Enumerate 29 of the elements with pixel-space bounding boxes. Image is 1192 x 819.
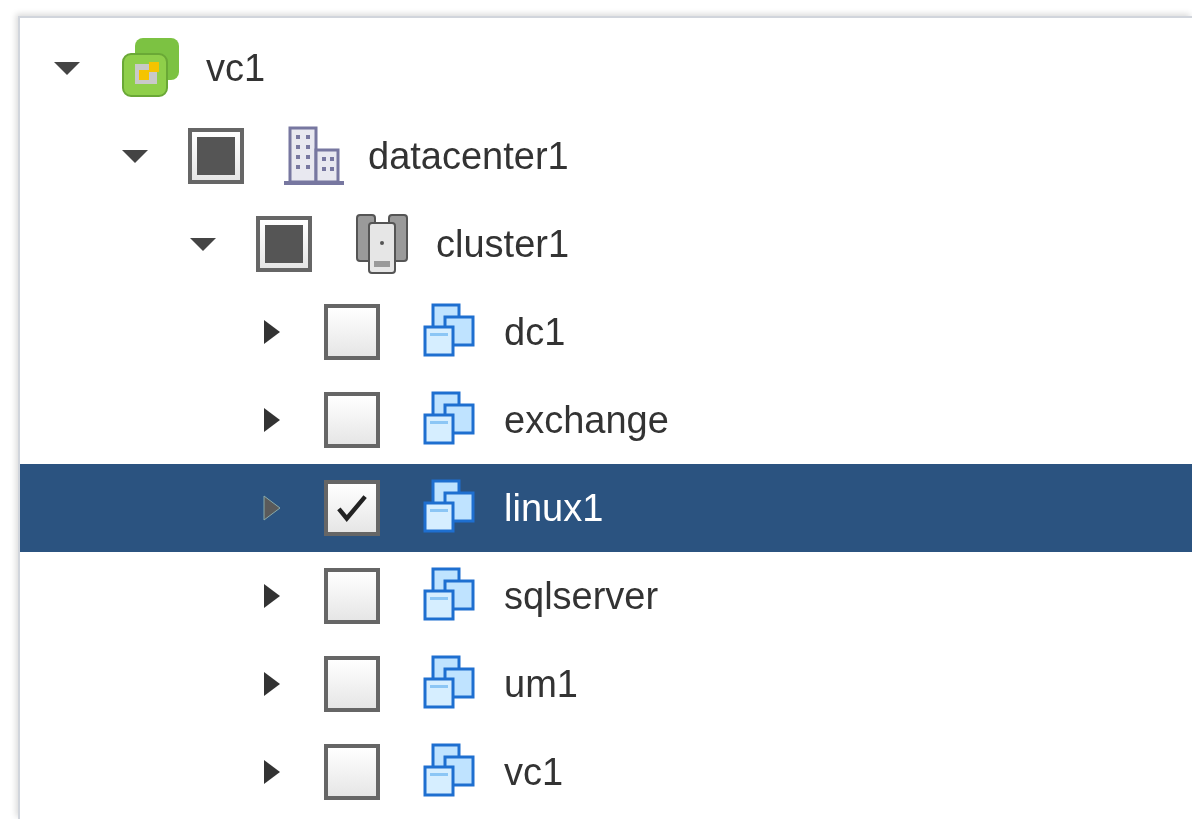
- tree-item-label[interactable]: vc1: [206, 39, 266, 97]
- tree-item-label[interactable]: datacenter1: [368, 127, 569, 185]
- tree-row[interactable]: exchange: [20, 376, 1192, 464]
- tree-item-label[interactable]: cluster1: [436, 215, 570, 273]
- tree-item-label[interactable]: um1: [504, 655, 578, 713]
- tree-row[interactable]: cluster1: [20, 200, 1192, 288]
- checkbox[interactable]: [324, 480, 380, 536]
- checkbox[interactable]: [188, 128, 244, 184]
- building-icon: [282, 126, 346, 186]
- tree-row[interactable]: vc1: [20, 24, 1192, 112]
- server-cluster-icon: [355, 213, 409, 275]
- tree-item-label[interactable]: linux1: [504, 479, 604, 537]
- tree-row[interactable]: sqlserver: [20, 552, 1192, 640]
- checkbox[interactable]: [324, 304, 380, 360]
- checkbox[interactable]: [324, 392, 380, 448]
- checkbox[interactable]: [324, 568, 380, 624]
- tree-row[interactable]: um1: [20, 640, 1192, 728]
- tree-item-label[interactable]: exchange: [504, 391, 669, 449]
- tree-row[interactable]: vc1: [20, 728, 1192, 816]
- tree-item-label[interactable]: sqlserver: [504, 567, 659, 625]
- tree-row[interactable]: dc1: [20, 288, 1192, 376]
- tree-item-label[interactable]: vc1: [504, 743, 564, 801]
- checkbox[interactable]: [256, 216, 312, 272]
- checkbox[interactable]: [324, 744, 380, 800]
- checkmark-icon: [336, 494, 368, 522]
- checkbox[interactable]: [324, 656, 380, 712]
- tree-row[interactable]: datacenter1: [20, 112, 1192, 200]
- tree-item-label[interactable]: dc1: [504, 303, 566, 361]
- tree-row[interactable]: linux1: [20, 464, 1192, 552]
